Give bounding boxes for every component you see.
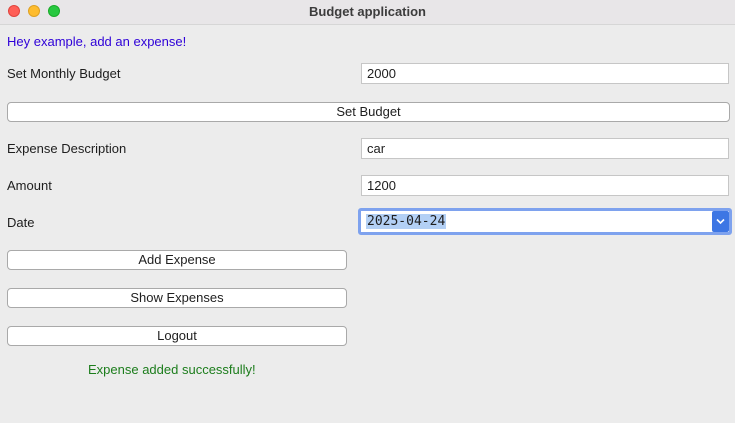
status-message: Expense added successfully!: [88, 362, 256, 377]
expense-description-label: Expense Description: [7, 141, 127, 156]
date-dropdown-button[interactable]: [712, 211, 729, 232]
amount-label: Amount: [7, 178, 52, 193]
window-title: Budget application: [309, 4, 426, 19]
set-budget-button[interactable]: Set Budget: [7, 102, 730, 122]
logout-button[interactable]: Logout: [7, 326, 347, 346]
date-picker[interactable]: 2025-04-24: [358, 208, 732, 235]
show-expenses-button[interactable]: Show Expenses: [7, 288, 347, 308]
title-bar: Budget application: [0, 0, 735, 25]
monthly-budget-input[interactable]: 2000: [361, 63, 729, 84]
add-expense-button[interactable]: Add Expense: [7, 250, 347, 270]
expense-description-input[interactable]: car: [361, 138, 729, 159]
date-label: Date: [7, 215, 35, 230]
monthly-budget-label: Set Monthly Budget: [7, 66, 121, 81]
amount-input[interactable]: 1200: [361, 175, 729, 196]
chevron-down-icon: [716, 218, 725, 225]
greeting-text: Hey example, add an expense!: [7, 34, 187, 49]
app-window: Budget application Hey example, add an e…: [0, 0, 735, 423]
date-value[interactable]: 2025-04-24: [366, 214, 447, 229]
